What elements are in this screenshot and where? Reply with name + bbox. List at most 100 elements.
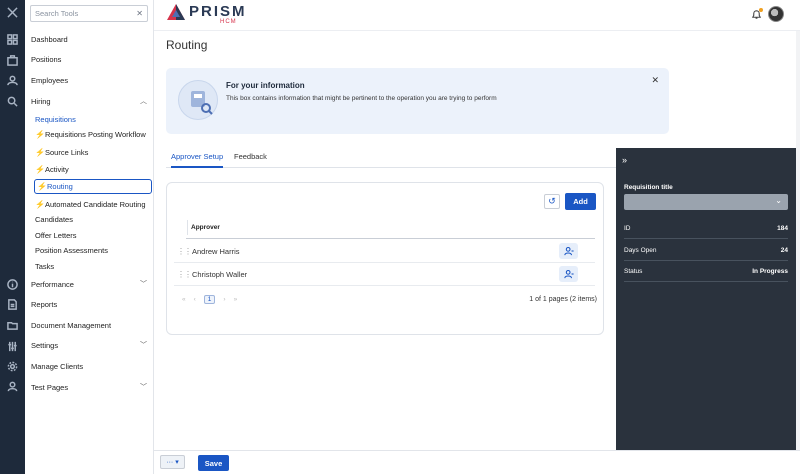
sidebar-item-label: Test Pages (31, 382, 69, 392)
sidebar-item-label: Tasks (35, 261, 55, 271)
sidebar-item-label: Document Management (31, 320, 112, 330)
sidebar-item-performance[interactable]: Performance ﹀ (31, 277, 149, 291)
clear-search-icon[interactable]: ✕ (136, 9, 143, 18)
sidebar-item-source-links[interactable]: ⚡ Source Links (35, 145, 149, 159)
search-tools-box[interactable]: Search Tools ✕ (30, 5, 148, 22)
approver-name: Andrew Harris (192, 246, 240, 256)
sidebar-item-label: Performance (31, 279, 74, 289)
hiring-icon[interactable] (6, 95, 19, 108)
field-status: Status In Progress (624, 261, 788, 282)
field-label: Days Open (624, 246, 657, 254)
notifications-bell-icon[interactable] (751, 8, 763, 20)
next-page-icon[interactable]: › (223, 296, 225, 303)
sidebar-item-activity[interactable]: ⚡ Activity (35, 162, 149, 176)
column-header-approver[interactable]: Approver (191, 224, 220, 231)
chevron-down-icon: ⌄ (775, 196, 782, 205)
sidebar-item-offer-letters[interactable]: Offer Letters (35, 228, 149, 242)
sidebar-item-candidates[interactable]: Candidates (35, 212, 149, 226)
sidebar-item-label: Manage Clients (31, 361, 84, 371)
user-settings-icon[interactable] (559, 266, 578, 282)
chevron-down-icon: ﹀ (140, 384, 147, 391)
user-settings-icon[interactable] (559, 243, 578, 259)
save-button[interactable]: Save (198, 455, 229, 471)
sidebar-item-label: Routing (47, 182, 73, 191)
column-divider (187, 220, 188, 235)
tab-feedback[interactable]: Feedback (234, 152, 267, 166)
sidebar-item-label: Automated Candidate Routing (45, 199, 146, 209)
sidebar-item-automated-candidate-routing[interactable]: ⚡ Automated Candidate Routing (35, 197, 149, 211)
gear-icon[interactable] (6, 360, 19, 373)
sidebar-item-routing[interactable]: ⚡ Routing (34, 179, 152, 194)
sidebar-item-requisitions-posting-workflow[interactable]: ⚡ Requisitions Posting Workflow (35, 127, 149, 141)
logo-subtext: HCM (220, 19, 237, 25)
briefcase-icon[interactable] (6, 54, 19, 67)
sidebar-item-label: Requisitions (35, 114, 76, 124)
search-input[interactable]: Search Tools (35, 9, 136, 18)
sidebar-item-test-pages[interactable]: Test Pages ﹀ (31, 380, 149, 394)
add-button[interactable]: Add (565, 193, 596, 210)
close-icon[interactable] (6, 6, 19, 19)
prism-logo-icon (167, 4, 185, 20)
drag-handle-icon[interactable]: ⋮⋮ (177, 247, 192, 256)
footer-bar: ··· ▾ Save (154, 450, 800, 474)
table-row[interactable]: ⋮⋮ Andrew Harris (174, 240, 595, 263)
current-page[interactable]: 1 (203, 294, 216, 304)
sidebar-item-document-management[interactable]: Document Management (31, 318, 149, 332)
more-actions-button[interactable]: ··· ▾ (160, 455, 185, 469)
sidebar-item-label: Positions (31, 54, 62, 64)
requisition-details-panel: » Requisition title ⌄ ID 184 Days Open 2… (616, 148, 796, 450)
requisition-title-select[interactable]: ⌄ (624, 194, 788, 210)
dashboard-icon[interactable] (6, 33, 19, 46)
table-header: Approver (186, 216, 595, 239)
prev-page-icon[interactable]: ‹ (194, 296, 196, 303)
sidebar-item-label: Offer Letters (35, 230, 77, 240)
document-icon[interactable] (6, 298, 19, 311)
sidebar-item-label: Requisitions Posting Workflow (45, 129, 146, 139)
requisition-title-label: Requisition title (624, 184, 673, 191)
settings-sliders-icon[interactable] (6, 340, 19, 353)
avatar[interactable] (768, 6, 784, 22)
notification-dot (759, 8, 763, 12)
folder-icon[interactable] (6, 319, 19, 332)
collapse-panel-icon[interactable]: » (622, 155, 627, 165)
drag-handle-icon[interactable]: ⋮⋮ (177, 270, 192, 279)
sidebar-item-settings[interactable]: Settings ﹀ (31, 338, 149, 352)
refresh-icon[interactable]: ↺ (544, 194, 560, 209)
bolt-icon: ⚡ (35, 164, 45, 174)
icon-rail (0, 0, 25, 474)
sidebar-item-tasks[interactable]: Tasks (35, 259, 149, 273)
bolt-icon: ⚡ (37, 182, 47, 191)
tab-approver-setup[interactable]: Approver Setup (171, 152, 224, 168)
sidebar-item-manage-clients[interactable]: Manage Clients (31, 359, 149, 373)
sidebar-item-label: Employees (31, 75, 69, 85)
sidebar: Search Tools ✕ Dashboard Positions Emplo… (25, 0, 154, 474)
approver-name: Christoph Waller (192, 269, 248, 279)
sidebar-item-label: Source Links (45, 147, 89, 157)
first-page-icon[interactable]: « (182, 296, 186, 303)
last-page-icon[interactable]: » (234, 296, 238, 303)
close-icon[interactable]: ✕ (651, 75, 659, 86)
sidebar-item-hiring[interactable]: Hiring ︿ (31, 94, 149, 108)
user-icon[interactable] (6, 74, 19, 87)
sidebar-item-positions[interactable]: Positions (31, 52, 149, 66)
field-value: 184 (777, 224, 788, 232)
prism-logo[interactable]: PRISM HCM (166, 3, 247, 25)
sidebar-item-requisitions[interactable]: Requisitions (35, 112, 149, 126)
sidebar-item-label: Reports (31, 299, 58, 309)
scrollbar[interactable] (796, 31, 800, 450)
info-box: For your information This box contains i… (166, 68, 669, 134)
sidebar-item-position-assessments[interactable]: Position Assessments (35, 243, 149, 257)
sidebar-item-dashboard[interactable]: Dashboard (31, 32, 149, 46)
field-value: In Progress (752, 267, 788, 275)
person-icon[interactable] (6, 380, 19, 393)
page-title: Routing (166, 38, 208, 52)
info-icon[interactable] (6, 278, 19, 291)
logo-text: PRISM (189, 3, 247, 20)
top-bar: PRISM HCM (154, 0, 800, 31)
sidebar-item-employees[interactable]: Employees (31, 73, 149, 87)
sidebar-item-reports[interactable]: Reports (31, 297, 149, 311)
chevron-down-icon: ﹀ (140, 342, 147, 349)
info-illustration-icon (178, 80, 218, 120)
table-row[interactable]: ⋮⋮ Christoph Waller (174, 263, 595, 286)
sidebar-item-label: Activity (45, 164, 69, 174)
